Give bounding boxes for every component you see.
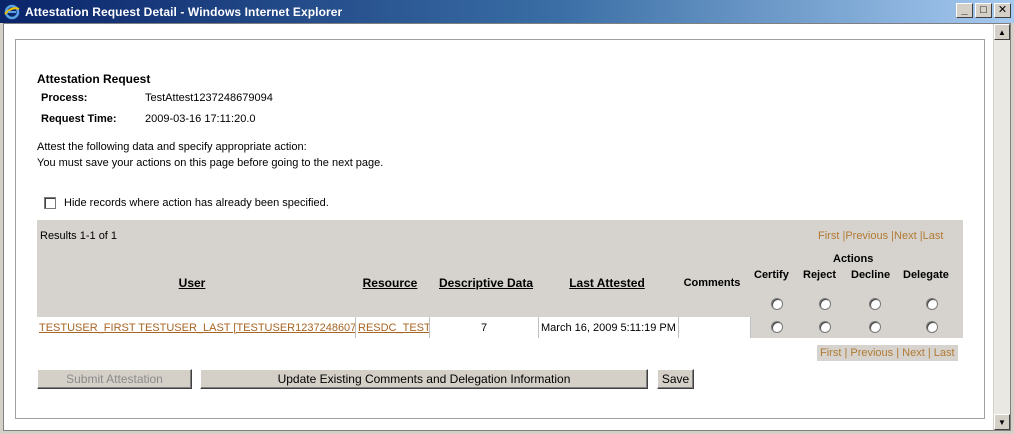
column-header-decline: Decline	[851, 269, 891, 281]
process-value: TestAttest1237248679094	[145, 92, 273, 104]
maximize-button[interactable]: □	[975, 3, 992, 18]
column-header-certify: Certify	[754, 269, 789, 281]
reject-all-radio[interactable]	[819, 298, 831, 310]
delegate-radio[interactable]	[926, 321, 938, 333]
instruction-text: Attest the following data and specify ap…	[37, 141, 307, 153]
reject-radio[interactable]	[819, 321, 831, 333]
column-header-reject: Reject	[803, 269, 837, 281]
hide-records-checkbox[interactable]	[44, 197, 56, 209]
decline-radio[interactable]	[869, 321, 881, 333]
certify-all-radio[interactable]	[771, 298, 783, 310]
last-attested-value: March 16, 2009 5:11:19 PM	[539, 317, 679, 338]
process-label: Process:	[41, 92, 88, 104]
pager-first-link[interactable]: First	[820, 347, 841, 359]
column-header-descriptive-data[interactable]: Descriptive Data	[431, 276, 541, 290]
vertical-scrollbar[interactable]: ▲ ▼	[993, 24, 1010, 430]
results-count: Results 1-1 of 1	[40, 230, 118, 242]
pager-last-link[interactable]: Last	[934, 347, 955, 359]
hide-records-option[interactable]: Hide records where action has already be…	[44, 197, 329, 209]
request-time-label: Request Time:	[41, 113, 117, 125]
window-title: Attestation Request Detail - Windows Int…	[25, 4, 343, 19]
window-title-bar[interactable]: Attestation Request Detail - Windows Int…	[0, 0, 1014, 23]
comments-value[interactable]	[679, 317, 751, 338]
certify-radio[interactable]	[771, 321, 783, 333]
submit-attestation-button[interactable]: Submit Attestation	[37, 369, 192, 389]
page-title: Attestation Request	[37, 72, 151, 86]
update-comments-button[interactable]: Update Existing Comments and Delegation …	[200, 369, 648, 389]
delegate-all-radio[interactable]	[926, 298, 938, 310]
scroll-up-arrow-icon[interactable]: ▲	[994, 24, 1010, 40]
pager-previous-link[interactable]: Previous	[850, 347, 893, 359]
results-table: Results 1-1 of 1 First |Previous |Next |…	[37, 220, 963, 338]
column-header-comments: Comments	[683, 277, 741, 289]
column-header-resource[interactable]: Resource	[359, 276, 421, 290]
minimize-button[interactable]: _	[956, 3, 973, 18]
attestation-panel: Attestation Request Process: TestAttest1…	[15, 39, 985, 419]
column-header-user[interactable]: User	[167, 276, 217, 290]
scroll-down-arrow-icon[interactable]: ▼	[994, 414, 1010, 430]
bottom-pager: First | Previous | Next | Last	[817, 345, 958, 361]
request-time-value: 2009-03-16 17:11:20.0	[145, 113, 256, 125]
decline-all-radio[interactable]	[869, 298, 881, 310]
column-header-delegate: Delegate	[903, 269, 949, 281]
column-header-actions: Actions	[833, 253, 874, 265]
column-header-last-attested[interactable]: Last Attested	[559, 276, 655, 290]
top-pager: First |Previous |Next |Last	[818, 230, 944, 242]
table-row: TESTUSER_FIRST TESTUSER_LAST [TESTUSER12…	[37, 317, 751, 338]
internet-explorer-icon	[3, 3, 21, 21]
pager-next-link[interactable]: Next	[902, 347, 925, 359]
user-link[interactable]: TESTUSER_FIRST TESTUSER_LAST [TESTUSER12…	[37, 317, 356, 338]
hide-records-label: Hide records where action has already be…	[64, 197, 329, 209]
pager-next-link[interactable]: Next	[894, 230, 917, 242]
browser-content: ▲ ▼ Attestation Request Process: TestAtt…	[3, 23, 1011, 431]
close-button[interactable]: ✕	[994, 3, 1011, 18]
save-button[interactable]: Save	[657, 369, 694, 389]
pager-last-link[interactable]: Last	[923, 230, 944, 242]
descriptive-data-value: 7	[430, 317, 539, 338]
pager-first-link[interactable]: First	[818, 230, 839, 242]
pager-previous-link[interactable]: Previous	[845, 230, 888, 242]
instruction-note: You must save your actions on this page …	[37, 157, 384, 169]
resource-link[interactable]: RESDC_TEST	[356, 317, 430, 338]
